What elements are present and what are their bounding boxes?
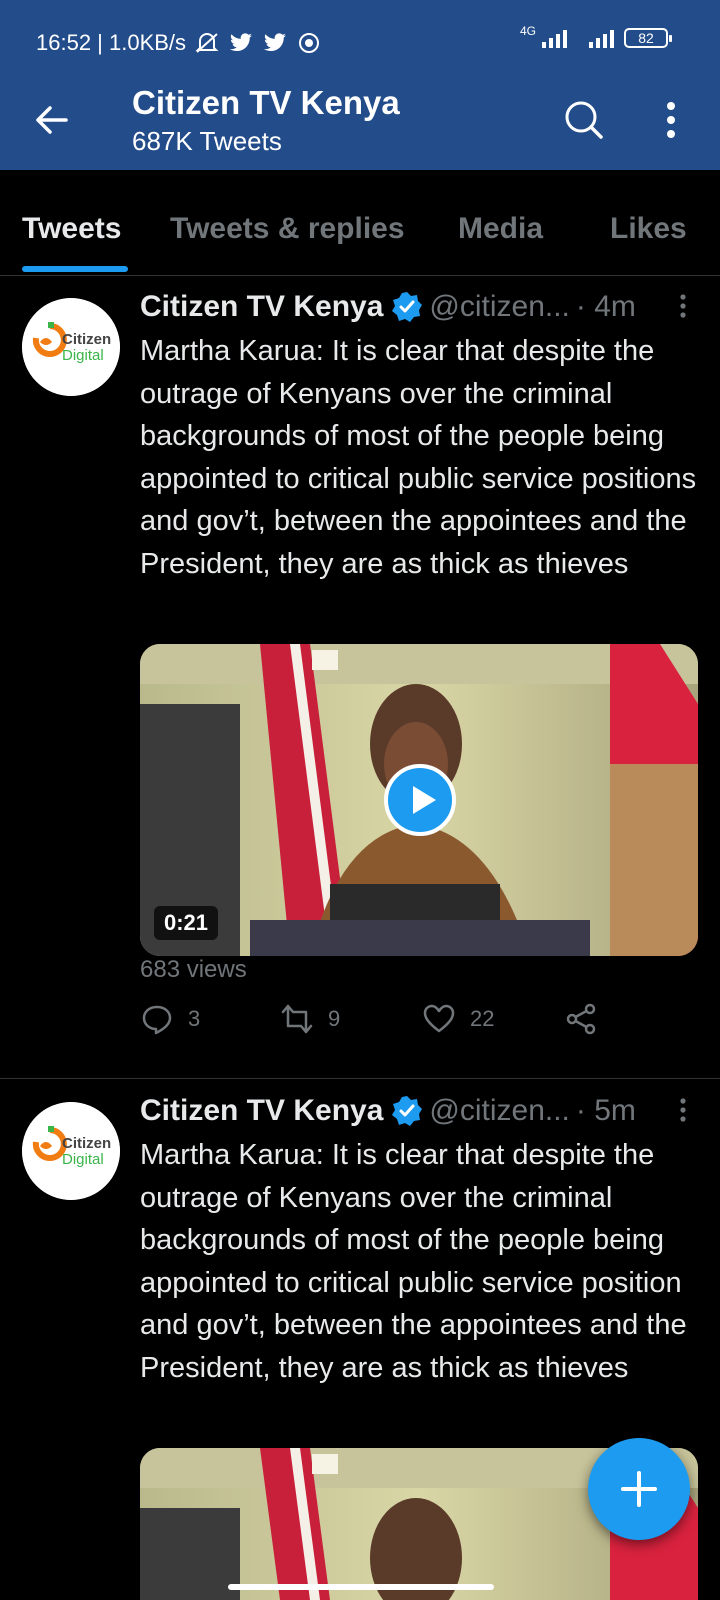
verified-badge-icon	[391, 1095, 423, 1127]
share-icon	[566, 1003, 596, 1035]
verified-badge-icon	[391, 291, 423, 323]
retweet-icon	[281, 1004, 313, 1034]
back-arrow-icon	[36, 106, 68, 134]
plus-icon	[621, 1471, 657, 1507]
club-badge-icon	[296, 32, 322, 54]
tweet-header: Citizen TV Kenya @citizen... · 4m	[140, 290, 636, 324]
heart-icon	[423, 1004, 455, 1033]
logo-text-bottom: Digital	[62, 347, 104, 364]
citizen-digital-logo: Citizen Digital	[22, 1102, 120, 1200]
search-button[interactable]	[562, 98, 606, 142]
more-options-button[interactable]	[656, 98, 686, 142]
reply-button[interactable]: 3	[140, 1002, 200, 1036]
avatar[interactable]: Citizen Digital	[22, 298, 120, 396]
retweet-count: 9	[328, 1006, 341, 1031]
video-player[interactable]: 0:21	[140, 644, 698, 956]
page-title: Citizen TV Kenya	[132, 84, 400, 121]
play-icon	[384, 764, 456, 836]
author-handle[interactable]: @citizen...	[429, 290, 570, 324]
logo-text-bottom: Digital	[62, 1151, 104, 1168]
view-count: 683 views	[140, 956, 247, 983]
avatar[interactable]: Citizen Digital	[22, 1102, 120, 1200]
home-indicator[interactable]	[228, 1584, 494, 1590]
tweet-actions: 3 9 22	[140, 1002, 700, 1042]
tweet-more-button[interactable]	[674, 292, 692, 322]
compose-tweet-button[interactable]	[588, 1438, 690, 1540]
status-bar: 16:52 | 1.0KB/s 4G 82	[0, 0, 720, 88]
app-bar: Citizen TV Kenya 687K Tweets	[0, 84, 720, 170]
author-name[interactable]: Citizen TV Kenya	[140, 290, 383, 324]
like-count: 22	[470, 1006, 495, 1031]
battery-level: 82	[638, 30, 654, 46]
tweet[interactable]: Citizen Digital Citizen TV Kenya @citize…	[0, 276, 720, 1076]
mute-icon	[194, 32, 220, 54]
tweet-time[interactable]: · 4m	[576, 290, 636, 324]
status-right: 4G 82	[520, 24, 672, 48]
share-button[interactable]	[564, 1002, 598, 1036]
signal-icon	[542, 28, 567, 48]
reply-icon	[142, 1005, 172, 1035]
reply-count: 3	[188, 1006, 201, 1031]
more-vertical-icon	[667, 102, 675, 138]
signal-icon	[589, 28, 614, 48]
tweet-text: Martha Karua: It is clear that despite t…	[140, 335, 697, 580]
tweet-more-button[interactable]	[674, 1096, 692, 1126]
like-button[interactable]: 22	[422, 1002, 494, 1036]
active-tab-indicator	[22, 266, 128, 272]
more-vertical-icon	[680, 1098, 686, 1122]
tweet-header: Citizen TV Kenya @citizen... · 5m	[140, 1094, 636, 1128]
retweet-button[interactable]: 9	[280, 1002, 340, 1036]
play-button[interactable]	[384, 764, 456, 836]
tab-media[interactable]: Media	[458, 212, 543, 246]
battery-icon: 82	[624, 28, 672, 48]
author-name[interactable]: Citizen TV Kenya	[140, 1094, 383, 1128]
app-header: 16:52 | 1.0KB/s 4G 82 Citizen TV Kenya 6…	[0, 0, 720, 170]
video-duration: 0:21	[154, 906, 219, 940]
network-type: 4G	[519, 24, 536, 38]
tweet-time[interactable]: · 5m	[576, 1094, 636, 1128]
more-vertical-icon	[680, 294, 686, 318]
status-left: 16:52 | 1.0KB/s	[36, 30, 322, 56]
tab-likes[interactable]: Likes	[610, 212, 687, 246]
twitter-notification-icon	[228, 32, 254, 54]
back-button[interactable]	[30, 98, 74, 142]
search-icon	[565, 101, 603, 139]
logo-text-top: Citizen	[62, 331, 111, 348]
tab-tweets[interactable]: Tweets	[22, 212, 121, 246]
citizen-digital-logo: Citizen Digital	[22, 298, 120, 396]
twitter-notification-icon	[262, 32, 288, 54]
status-time: 16:52 | 1.0KB/s	[36, 30, 187, 55]
author-handle[interactable]: @citizen...	[429, 1094, 570, 1128]
profile-tabs: Tweets Tweets & replies Media Likes	[0, 170, 720, 276]
tweet-count: 687K Tweets	[132, 126, 282, 156]
tweet-divider	[0, 1078, 720, 1079]
tweet-text: Martha Karua: It is clear that despite t…	[140, 1139, 687, 1384]
logo-text-top: Citizen	[62, 1135, 111, 1152]
tab-tweets-replies[interactable]: Tweets & replies	[170, 212, 405, 246]
